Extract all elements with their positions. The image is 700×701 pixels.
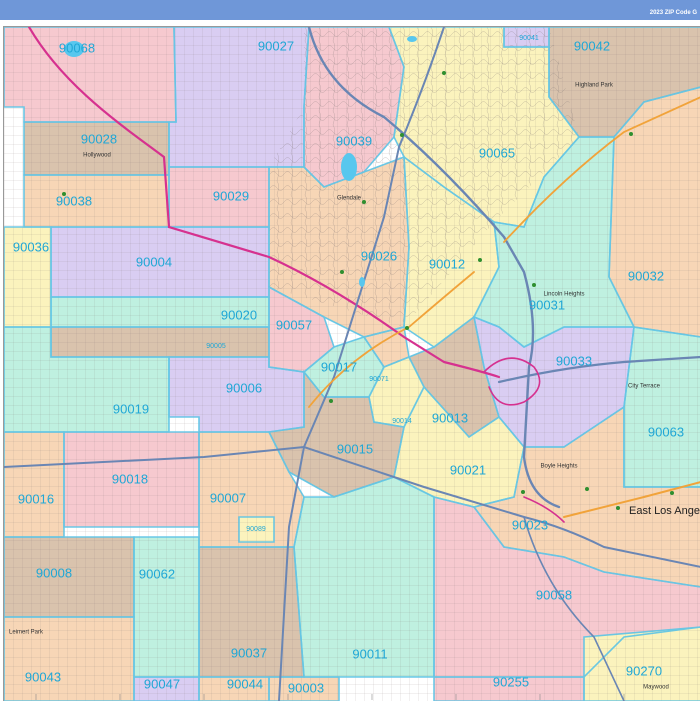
zip-label: 90032	[628, 268, 664, 283]
reservoir-north	[407, 36, 417, 42]
place-highland-park: Highland Park	[575, 83, 614, 89]
zip-label: 90019	[113, 401, 149, 416]
zip-label: 90015	[337, 441, 373, 456]
zip-label: 90071	[369, 376, 389, 383]
zip-label: 90017	[321, 359, 357, 374]
zip-label: 90057	[276, 317, 312, 332]
zip-label: 90011	[352, 646, 387, 661]
zip-label: 90062	[139, 566, 175, 581]
zip-label: 90016	[18, 491, 54, 506]
zip-label: 90008	[36, 565, 72, 580]
place-leimert-park: Leimert Park	[9, 630, 44, 636]
zip-label: 90270	[626, 663, 662, 678]
zip-label: 90014	[392, 418, 412, 425]
map-grid-ticks	[35, 694, 625, 700]
station-dot	[521, 490, 525, 494]
station-dot	[400, 133, 404, 137]
zip-label: 90036	[13, 239, 49, 254]
station-dot	[362, 200, 366, 204]
zip-label: 90058	[536, 587, 572, 602]
zip-label: 90028	[81, 131, 117, 146]
zip-label: 90044	[227, 676, 263, 691]
zip-label: 90012	[429, 256, 465, 271]
title-bar: 2023 ZIP Code G	[0, 0, 700, 20]
zip-label: 90013	[432, 410, 468, 425]
zip-label: 90041	[519, 35, 539, 42]
zip-label: 90255	[493, 674, 529, 689]
place-city-terrace: City Terrace	[628, 384, 661, 390]
zip-label: 90033	[556, 353, 592, 368]
zip-label: 90031	[529, 297, 565, 312]
zip-label: 90042	[574, 38, 610, 53]
station-dot	[585, 487, 589, 491]
zip-label: 90023	[512, 517, 548, 532]
station-dot	[616, 506, 620, 510]
station-dot	[442, 71, 446, 75]
echo-park-lake	[359, 277, 365, 287]
station-dot	[340, 270, 344, 274]
place-hollywood: Hollywood	[83, 153, 111, 159]
map-title: 2023 ZIP Code G	[649, 10, 697, 16]
place-maywood: Maywood	[643, 685, 669, 691]
zip-label: 90004	[136, 254, 172, 269]
place-boyle-heights: Boyle Heights	[540, 464, 577, 470]
zip-label: 90043	[25, 669, 61, 684]
station-dot	[670, 491, 674, 495]
zip-label: 90021	[450, 462, 486, 477]
zip-label: 90068	[59, 40, 95, 55]
zip-label: 90039	[336, 133, 372, 148]
zip-label: 90089	[246, 526, 266, 533]
station-dot	[478, 258, 482, 262]
zip-label: 90027	[258, 38, 294, 53]
zip-label: 90007	[210, 490, 246, 505]
zip-label: 90047	[144, 676, 180, 691]
zip-label: 90005	[206, 343, 226, 350]
zip-label: 90063	[648, 424, 684, 439]
silver-lake-reservoir	[341, 153, 357, 181]
zip-label: 90037	[231, 645, 267, 660]
station-dot	[532, 283, 536, 287]
zip-label: 90018	[112, 471, 148, 486]
zip-label: 90029	[213, 188, 249, 203]
zip-label: 90006	[226, 380, 262, 395]
station-dot	[629, 132, 633, 136]
zip-label: 90026	[361, 248, 397, 263]
place-glendale: Glendale	[337, 196, 362, 202]
station-dot	[329, 399, 333, 403]
map-canvas[interactable]: East Los Ange Maywood Hollywood Glendale…	[4, 27, 700, 701]
zip-label: 90038	[56, 193, 92, 208]
zip-label: 90065	[479, 145, 515, 160]
station-dot	[405, 326, 409, 330]
place-east-los-angeles: East Los Ange	[629, 505, 700, 517]
zip-label: 90020	[221, 307, 257, 322]
zip-code-map[interactable]: East Los Ange Maywood Hollywood Glendale…	[3, 26, 700, 701]
